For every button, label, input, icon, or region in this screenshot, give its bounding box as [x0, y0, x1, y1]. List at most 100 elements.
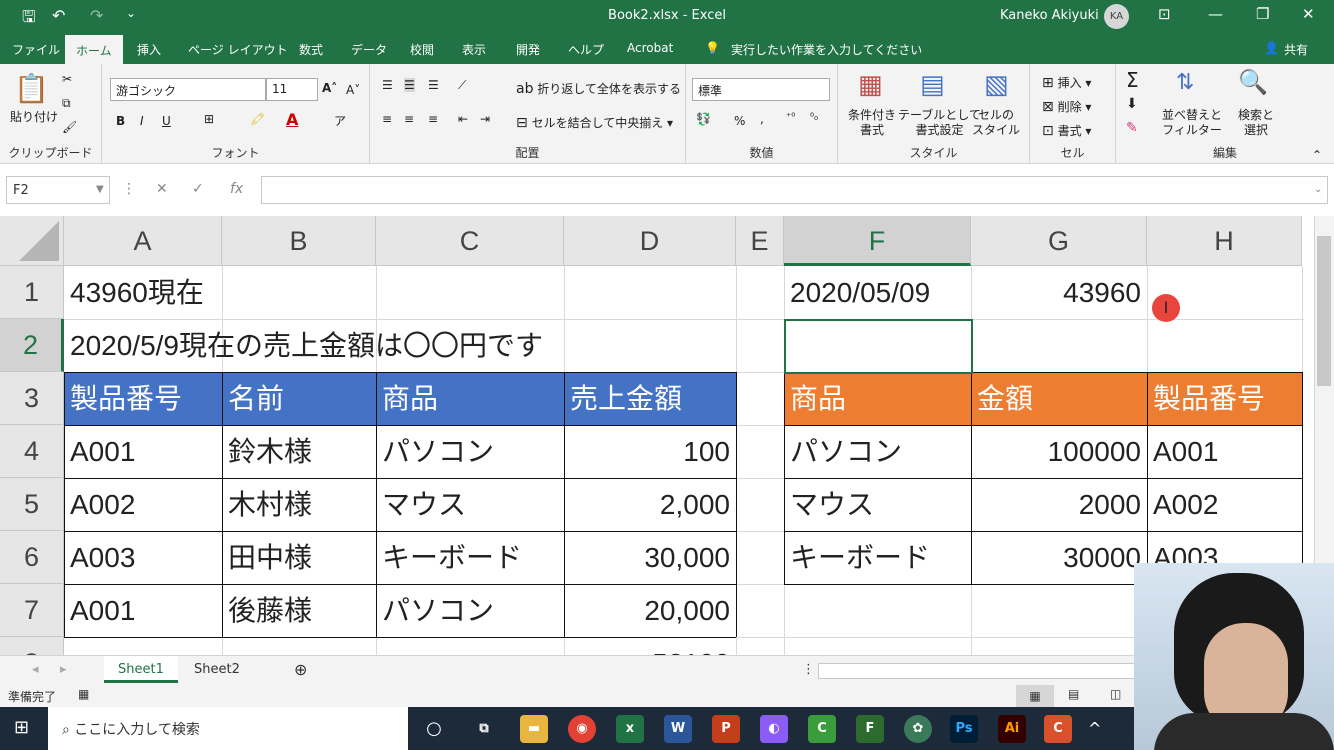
name-box-dropdown-icon[interactable]: ▼ [96, 184, 104, 195]
expand-formula-icon[interactable]: ⌄ [1314, 184, 1322, 195]
cell-f1[interactable]: 2020/05/09 [784, 266, 936, 319]
close-icon[interactable]: ✕ [1302, 5, 1315, 23]
column-header-a[interactable]: A [64, 216, 222, 266]
taskbar-search[interactable]: ⌕ ここに入力して検索 [48, 707, 408, 750]
row-header-6[interactable]: 6 [0, 531, 64, 584]
row-header-5[interactable]: 5 [0, 478, 64, 531]
cell-a5[interactable]: A002 [64, 478, 141, 531]
fill-color-icon[interactable]: 🖍 [250, 112, 265, 126]
column-header-g[interactable]: G [971, 216, 1147, 266]
tab-insert[interactable]: 挿入 [137, 41, 161, 58]
sheet-tab-sheet2[interactable]: Sheet2 [180, 656, 254, 683]
cell-f4[interactable]: パソコン [784, 425, 908, 478]
avatar[interactable]: KA [1104, 4, 1129, 29]
delete-cells-button[interactable]: ⊠ 削除 ▾ [1042, 98, 1091, 115]
tab-data[interactable]: データ [351, 41, 387, 58]
tab-page-layout[interactable]: ページ レイアウト [188, 41, 288, 58]
page-break-view-icon[interactable]: ◫ [1110, 687, 1121, 701]
cell-c5[interactable]: マウス [376, 478, 472, 531]
cancel-icon[interactable]: ✕ [156, 181, 168, 197]
cell-g3[interactable]: 金額 [971, 372, 1039, 425]
row-header-7[interactable]: 7 [0, 584, 64, 637]
row-header-3[interactable]: 3 [0, 372, 64, 425]
row-header-8[interactable]: 8 [0, 637, 64, 655]
cell-h4[interactable]: A001 [1147, 425, 1224, 478]
tab-review[interactable]: 校閲 [410, 41, 434, 58]
increase-decimal-icon[interactable]: ⁺⁰ [786, 112, 795, 123]
active-cell-f2[interactable] [784, 319, 973, 374]
row-header-2[interactable]: 2 [0, 319, 64, 372]
cell-c4[interactable]: パソコン [376, 425, 500, 478]
clear-icon[interactable]: ✎ [1126, 120, 1138, 136]
powerpoint-taskbar-icon[interactable]: P [712, 715, 740, 743]
cell-c7[interactable]: パソコン [376, 584, 500, 637]
cell-a7[interactable]: A001 [64, 584, 141, 637]
column-header-e[interactable]: E [736, 216, 784, 266]
format-painter-icon[interactable]: 🖌 [62, 120, 77, 134]
tray-chevron-icon[interactable]: ^ [1088, 719, 1101, 738]
align-bottom-icon[interactable]: ☰ [428, 78, 439, 92]
cell-c6[interactable]: キーボード [376, 531, 528, 584]
font-color-icon[interactable]: A [286, 110, 298, 129]
row-header-1[interactable]: 1 [0, 266, 64, 319]
tell-me-search[interactable]: 実行したい作業を入力してください [731, 41, 922, 58]
cell-g6[interactable]: 30000 [971, 531, 1147, 584]
cell-styles-icon[interactable]: ▧ [984, 70, 1009, 100]
tab-help[interactable]: ヘルプ [568, 41, 604, 58]
tab-developer[interactable]: 開発 [516, 41, 540, 58]
align-center-icon[interactable]: ≡ [404, 112, 414, 126]
column-header-d[interactable]: D [564, 216, 736, 266]
cell-a1[interactable]: 43960現在 [64, 266, 210, 319]
cell-g4[interactable]: 100000 [971, 425, 1147, 478]
column-header-c[interactable]: C [376, 216, 564, 266]
cell-styles-button[interactable]: セルの スタイル [972, 108, 1020, 138]
cell-c3[interactable]: 商品 [376, 372, 444, 425]
merge-center-button[interactable]: ⊟ セルを結合して中央揃え ▾ [516, 114, 673, 131]
sort-filter-button[interactable]: 並べ替えと フィルター [1162, 108, 1222, 138]
word-taskbar-icon[interactable]: W [664, 715, 692, 743]
task-view-icon[interactable]: ⧉ [470, 715, 498, 743]
italic-button[interactable]: I [140, 114, 144, 128]
column-header-b[interactable]: B [222, 216, 376, 266]
cell-b6[interactable]: 田中様 [222, 531, 318, 584]
wrap-text-button[interactable]: ab 折り返して全体を表示する [516, 80, 681, 97]
conditional-format-icon[interactable]: ▦ [858, 70, 883, 100]
align-middle-icon[interactable]: ☰ [404, 78, 415, 92]
finder-app-icon[interactable]: F [856, 715, 884, 743]
file-explorer-icon[interactable]: ▬ [520, 715, 548, 743]
tab-acrobat[interactable]: Acrobat [627, 41, 673, 55]
format-as-table-icon[interactable]: ▤ [920, 70, 945, 100]
clipboard-icon[interactable]: 📋 [14, 72, 49, 105]
user-name[interactable]: Kaneko Akiyuki [1000, 8, 1099, 23]
cell-a6[interactable]: A003 [64, 531, 141, 584]
tab-file[interactable]: ファイル [12, 41, 60, 58]
phonetic-icon[interactable]: ア [334, 112, 346, 129]
cell-g5[interactable]: 2000 [971, 478, 1147, 531]
column-header-f[interactable]: F [784, 216, 971, 266]
cell-d6[interactable]: 30,000 [564, 531, 736, 584]
ribbon-display-icon[interactable]: ⊡ [1158, 5, 1171, 23]
vertical-scrollbar-thumb[interactable] [1317, 236, 1331, 386]
format-cells-button[interactable]: ⊡ 書式 ▾ [1042, 122, 1091, 139]
cell-f6[interactable]: キーボード [784, 531, 936, 584]
cell-b4[interactable]: 鈴木様 [222, 425, 318, 478]
normal-view-icon[interactable]: ▦ [1016, 685, 1054, 707]
macro-record-icon[interactable]: ▦ [78, 687, 89, 701]
bold-button[interactable]: B [116, 114, 125, 128]
conditional-format-button[interactable]: 条件付き 書式 [848, 108, 896, 138]
increase-indent-icon[interactable]: ⇥ [480, 112, 490, 126]
cell-a4[interactable]: A001 [64, 425, 141, 478]
add-sheet-icon[interactable]: ⊕ [280, 654, 321, 681]
share-button[interactable]: 共有 [1284, 41, 1308, 58]
cell-b5[interactable]: 木村様 [222, 478, 318, 531]
autosum-icon[interactable]: Σ [1126, 68, 1139, 92]
cell-f5[interactable]: マウス [784, 478, 880, 531]
tab-view[interactable]: 表示 [462, 41, 486, 58]
font-name-select[interactable]: 游ゴシック [110, 78, 266, 101]
cell-a2[interactable]: 2020/5/9現在の売上金額は〇〇円です [64, 319, 549, 372]
insert-cells-button[interactable]: ⊞ 挿入 ▾ [1042, 74, 1091, 91]
enter-icon[interactable]: ✓ [192, 181, 204, 197]
cortana-icon[interactable]: ○ [420, 715, 448, 743]
cell-a3[interactable]: 製品番号 [64, 372, 188, 425]
insert-function-button[interactable]: fx [230, 181, 243, 197]
